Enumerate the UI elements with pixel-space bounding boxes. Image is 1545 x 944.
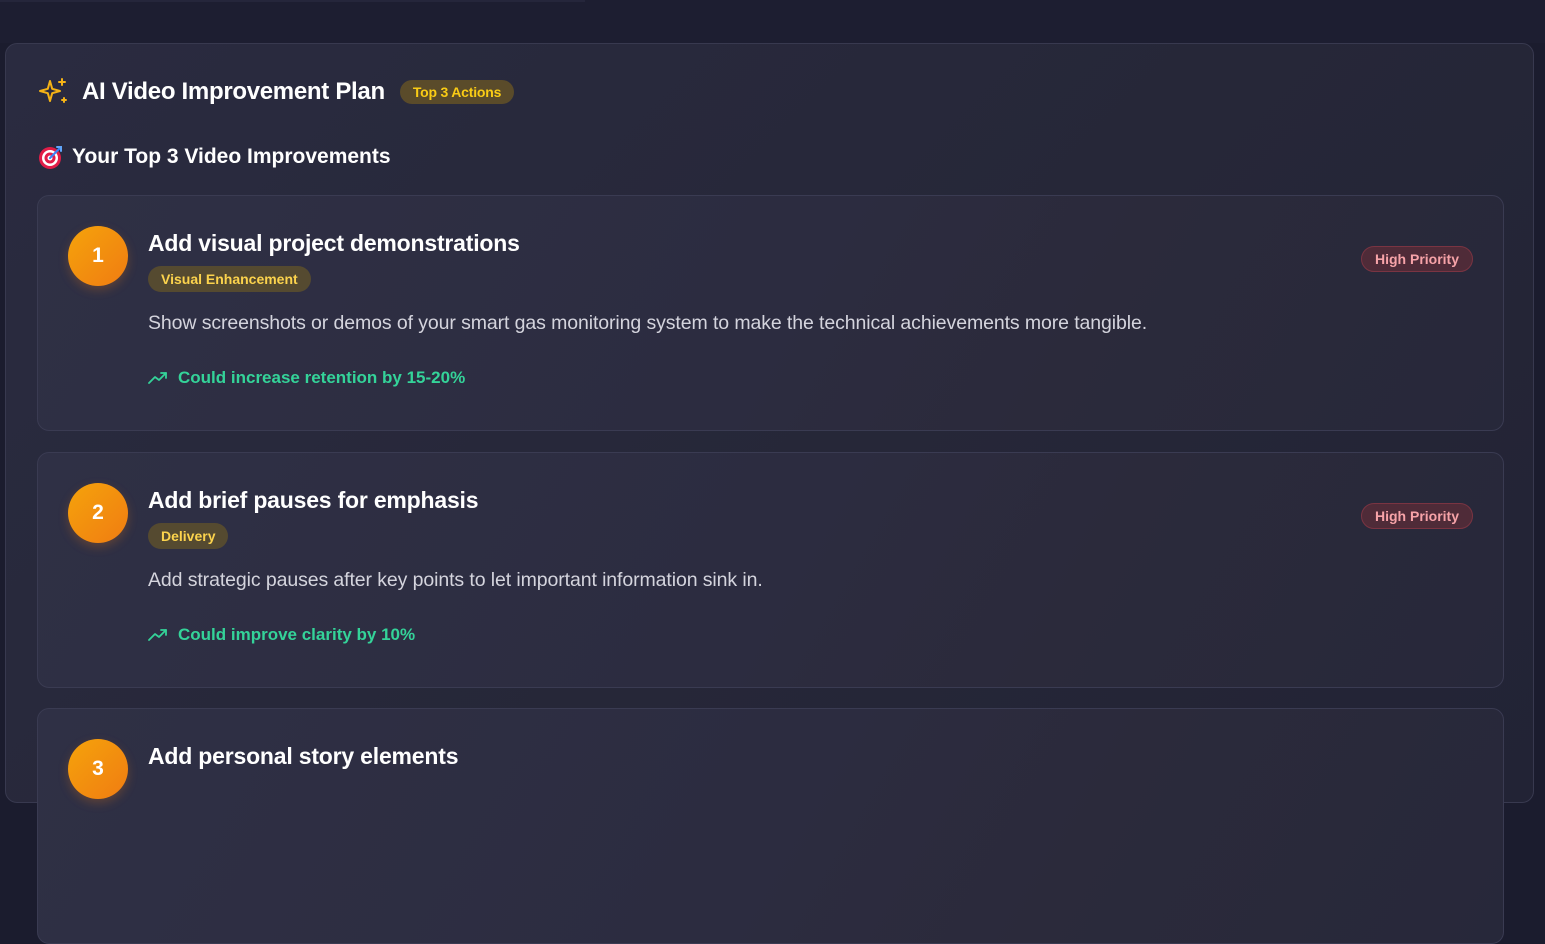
improvement-card[interactable]: 2 Add brief pauses for emphasis Delivery… <box>37 452 1504 688</box>
improvement-title: Add brief pauses for emphasis <box>148 487 479 513</box>
priority-badge: High Priority <box>1360 503 1473 529</box>
section-heading-label: Your Top 3 Video Improvements <box>72 145 391 168</box>
improvement-description: Add strategic pauses after key points to… <box>148 569 763 591</box>
impact-label: Could increase retention by 15-20% <box>178 368 466 387</box>
improvement-card[interactable]: 3 Add personal story elements <box>37 708 1504 944</box>
impact-estimate: Could increase retention by 15-20% <box>148 368 465 388</box>
improvement-card[interactable]: 1 Add visual project demonstrations Visu… <box>37 195 1504 431</box>
improvement-plan-panel: AI Video Improvement Plan Top 3 Actions … <box>5 43 1534 944</box>
rank-number: 2 <box>68 483 128 543</box>
improvement-title: Add visual project demonstrations <box>148 230 520 256</box>
priority-badge: High Priority <box>1360 246 1473 272</box>
trending-up-icon <box>148 370 168 386</box>
section-heading: Your Top 3 Video Improvements <box>38 144 391 170</box>
top-band <box>0 0 1545 43</box>
sparkles-icon <box>37 76 69 108</box>
category-tag: Visual Enhancement <box>148 266 311 292</box>
panel-header: AI Video Improvement Plan Top 3 Actions <box>37 76 515 108</box>
category-tag: Delivery <box>148 523 229 549</box>
top-actions-badge: Top 3 Actions <box>399 80 515 104</box>
rank-number: 1 <box>68 226 128 286</box>
top-band-divider <box>0 0 585 2</box>
target-icon <box>38 144 64 170</box>
impact-estimate: Could improve clarity by 10% <box>148 625 415 645</box>
trending-up-icon <box>148 627 168 643</box>
page-title: AI Video Improvement Plan <box>82 78 385 105</box>
rank-number: 3 <box>68 739 128 799</box>
improvement-description: Show screenshots or demos of your smart … <box>148 312 1148 334</box>
impact-label: Could improve clarity by 10% <box>178 625 416 644</box>
improvement-title: Add personal story elements <box>148 743 459 769</box>
